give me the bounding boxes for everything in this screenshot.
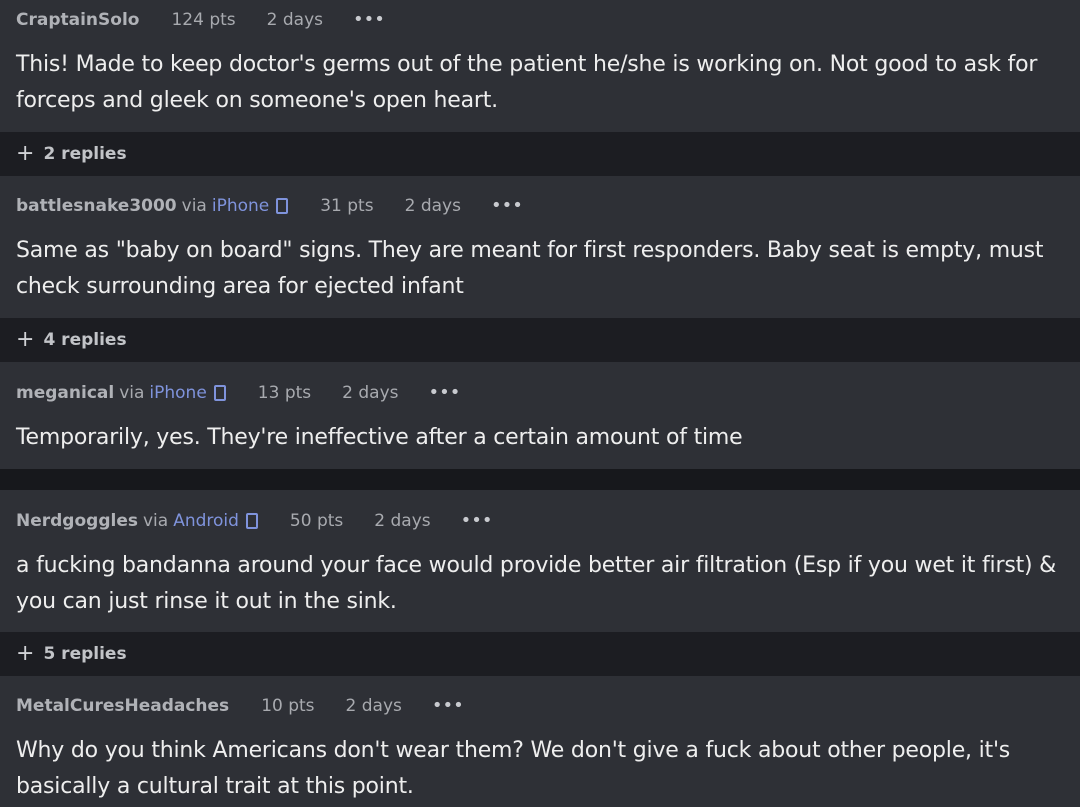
replies-label: 4 replies (43, 330, 127, 350)
via-label: via (142, 511, 169, 531)
replies-label: 5 replies (43, 644, 127, 664)
comment-body: Same as "baby on board" signs. They are … (16, 238, 1044, 299)
phone-icon (276, 198, 289, 214)
more-options-icon[interactable]: ••• (461, 512, 493, 530)
device-link[interactable]: iPhone (149, 383, 206, 403)
author-link[interactable]: CraptainSolo (16, 10, 139, 30)
points: 50 pts (289, 511, 344, 531)
plus-icon: + (16, 641, 35, 666)
comment: battlesnake3000 via iPhone 31 pts 2 days… (0, 176, 1080, 318)
comment-meta: Nerdgoggles via Android 50 pts 2 days ••… (16, 509, 1064, 533)
comment: Nerdgoggles via Android 50 pts 2 days ••… (0, 490, 1080, 632)
timestamp: 2 days (345, 696, 402, 716)
plus-icon: + (16, 141, 35, 166)
comment-body: a fucking bandanna around your face woul… (16, 553, 1057, 614)
device-link[interactable]: Android (173, 511, 239, 531)
comment-body: Temporarily, yes. They're ineffective af… (16, 425, 743, 450)
replies-toggle[interactable]: + 4 replies (0, 318, 1080, 362)
author-link[interactable]: battlesnake3000 (16, 196, 177, 216)
comment: CraptainSolo 124 pts 2 days ••• This! Ma… (0, 0, 1080, 132)
points: 13 pts (257, 383, 312, 403)
via-label: via (181, 196, 207, 216)
comment-meta: battlesnake3000 via iPhone 31 pts 2 days… (16, 194, 1064, 218)
phone-icon (245, 513, 258, 529)
phone-icon (213, 385, 226, 401)
more-options-icon[interactable]: ••• (432, 697, 464, 715)
replies-label: 2 replies (43, 144, 127, 164)
author-link[interactable]: MetalCuresHeadaches (16, 696, 229, 716)
timestamp: 2 days (404, 196, 461, 216)
comment: meganical via iPhone 13 pts 2 days ••• T… (0, 362, 1080, 469)
more-options-icon[interactable]: ••• (429, 384, 461, 402)
comment-feed: CraptainSolo 124 pts 2 days ••• This! Ma… (0, 0, 1080, 807)
points: 31 pts (320, 196, 374, 216)
device-link[interactable]: iPhone (212, 196, 269, 216)
points: 10 pts (261, 696, 315, 716)
comment-meta: meganical via iPhone 13 pts 2 days ••• (16, 381, 1064, 405)
author-link[interactable]: meganical (16, 383, 114, 403)
more-options-icon[interactable]: ••• (491, 197, 523, 215)
replies-toggle[interactable]: + 5 replies (0, 632, 1080, 676)
points: 124 pts (171, 10, 236, 30)
comment-meta: MetalCuresHeadaches 10 pts 2 days ••• (16, 694, 1064, 718)
more-options-icon[interactable]: ••• (353, 11, 385, 29)
timestamp: 2 days (374, 511, 431, 531)
comment: MetalCuresHeadaches 10 pts 2 days ••• Wh… (0, 676, 1080, 807)
comment-meta: CraptainSolo 124 pts 2 days ••• (16, 8, 1064, 32)
plus-icon: + (16, 327, 35, 352)
comment-body: Why do you think Americans don't wear th… (16, 738, 1011, 799)
timestamp: 2 days (266, 10, 323, 30)
comment-body: This! Made to keep doctor's germs out of… (16, 52, 1038, 113)
timestamp: 2 days (342, 383, 399, 403)
author-link[interactable]: Nerdgoggles (16, 511, 138, 531)
via-label: via (119, 383, 145, 403)
replies-toggle[interactable]: + 2 replies (0, 132, 1080, 176)
